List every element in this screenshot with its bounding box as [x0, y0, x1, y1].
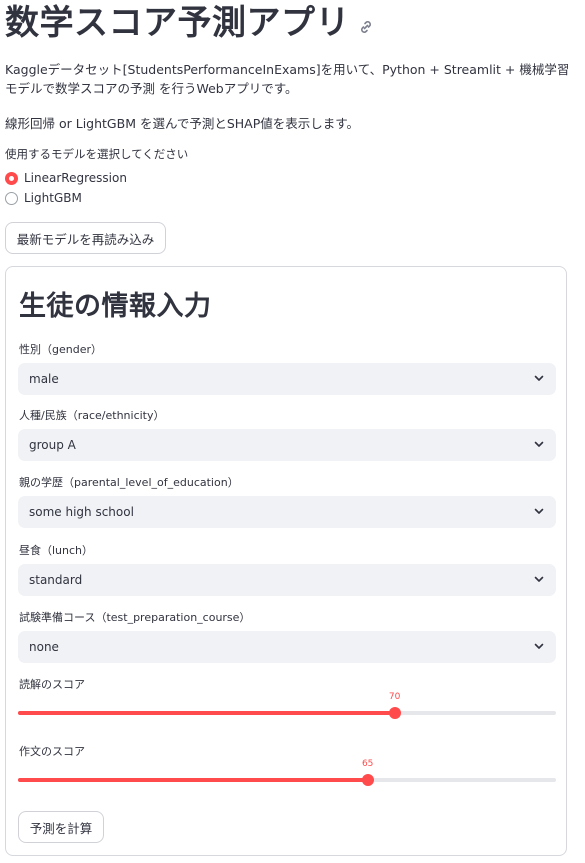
slider-thumb[interactable]	[361, 774, 374, 786]
gender-value: male	[29, 372, 59, 386]
slider-fill	[18, 778, 368, 782]
reading-score-label: 読解のスコア	[19, 678, 85, 691]
writing-score-slider[interactable]: 65	[18, 759, 556, 792]
chevron-down-icon	[534, 375, 544, 381]
parent-edu-select[interactable]: some high school	[18, 496, 556, 528]
parent-edu-value: some high school	[29, 505, 134, 519]
race-value: group A	[29, 438, 76, 452]
lunch-select[interactable]: standard	[18, 564, 556, 596]
slider-value: 65	[361, 759, 374, 769]
radio-selected-icon[interactable]	[5, 171, 18, 185]
reading-score-slider[interactable]: 70	[18, 692, 556, 725]
page-title: 数学スコア予測アプリ	[5, 3, 350, 43]
race-label: 人種/民族（race/ethnicity）	[19, 409, 165, 422]
page-title-row: 数学スコア予測アプリ	[5, 2, 374, 44]
test-prep-value: none	[29, 640, 59, 654]
reload-model-button[interactable]: 最新モデルを再読み込み	[5, 222, 166, 254]
student-info-form: 生徒の情報入力 性別（gender） male 人種/民族（race/ethni…	[5, 266, 567, 856]
lunch-value: standard	[29, 573, 83, 587]
test-prep-label: 試験準備コース（test_preparation_course）	[19, 611, 251, 624]
parent-edu-label: 親の学歴（parental_level_of_education）	[19, 476, 239, 489]
model-select-label: 使用するモデルを選択してください	[5, 147, 189, 161]
race-select[interactable]: group A	[18, 429, 556, 461]
test-prep-select[interactable]: none	[18, 631, 556, 663]
lunch-label: 昼食（lunch）	[19, 544, 94, 557]
chevron-down-icon	[534, 576, 544, 582]
chevron-down-icon	[534, 643, 544, 649]
radio-option-linearregression[interactable]: LinearRegression	[5, 171, 127, 185]
radio-option-lightgbm[interactable]: LightGBM	[5, 191, 82, 205]
radio-option-label: LinearRegression	[24, 171, 127, 185]
app-description-2: 線形回帰 or LightGBM を選んで予測とSHAP値を表示します。	[5, 116, 359, 131]
gender-label: 性別（gender）	[19, 343, 102, 356]
form-title: 生徒の情報入力	[19, 291, 212, 322]
app-description: Kaggleデータセット[StudentsPerformanceInExams]…	[5, 62, 570, 96]
slider-thumb[interactable]	[388, 707, 401, 719]
slider-fill	[18, 711, 395, 715]
radio-option-label: LightGBM	[24, 191, 82, 205]
predict-button[interactable]: 予測を計算	[18, 811, 104, 843]
slider-value: 70	[388, 692, 401, 702]
radio-unselected-icon[interactable]	[5, 191, 18, 205]
chevron-down-icon	[534, 441, 544, 447]
link-icon[interactable]	[358, 19, 374, 35]
gender-select[interactable]: male	[18, 363, 556, 395]
writing-score-label: 作文のスコア	[19, 745, 85, 758]
chevron-down-icon	[534, 508, 544, 514]
